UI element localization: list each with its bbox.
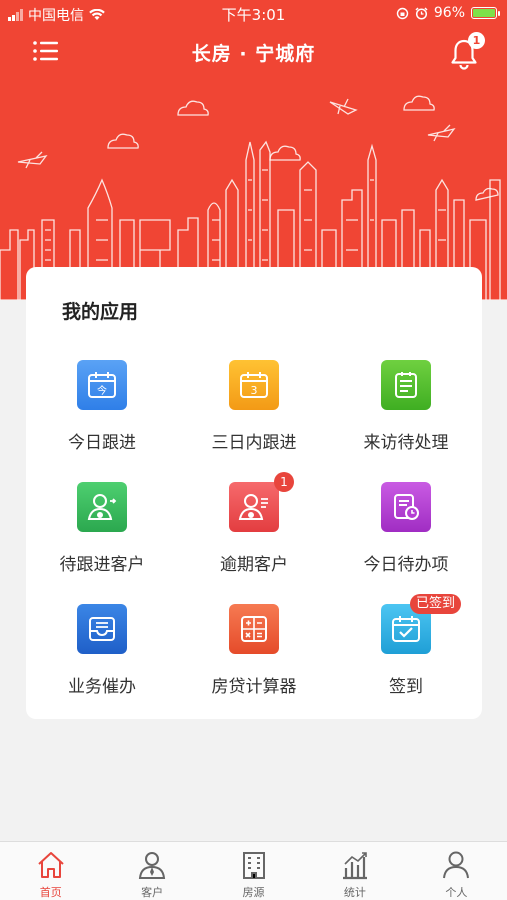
app-three-day-followup[interactable]: 3 三日内跟进 (178, 360, 330, 470)
header-banner: 中国电信 下午3:01 96% 长房 · 宁城府 1 (0, 0, 507, 300)
customer-icon (139, 852, 166, 879)
alarm-icon (415, 6, 428, 20)
app-mortgage-calculator[interactable]: 房贷计算器 (178, 604, 330, 714)
tab-label: 房源 (242, 886, 265, 899)
tab-home[interactable]: 首页 (0, 842, 101, 900)
page-title: 长房 · 宁城府 (191, 43, 316, 65)
app-business-reminder[interactable]: 业务催办 (26, 604, 178, 714)
app-label: 三日内跟进 (211, 433, 297, 453)
my-apps-card: 我的应用 今 今日跟进 3 三日内跟进 来访待处理 待跟进客户 1 逾期客户 今… (26, 267, 482, 719)
tab-listings[interactable]: 房源 (203, 842, 304, 900)
clipboard-icon (381, 360, 431, 410)
tab-label: 个人 (445, 886, 468, 899)
svg-text:今: 今 (97, 384, 107, 397)
app-label: 待跟进客户 (59, 555, 145, 575)
person-icon (443, 851, 470, 879)
chart-icon (342, 852, 367, 880)
app-visit-pending[interactable]: 来访待处理 (330, 360, 482, 470)
customer-follow-icon (77, 482, 127, 532)
home-icon (38, 852, 64, 878)
tab-label: 首页 (39, 886, 62, 899)
overdue-customer-icon (229, 482, 279, 532)
tab-customer[interactable]: 客户 (101, 842, 202, 900)
battery-icon (471, 7, 500, 19)
app-overdue-customers[interactable]: 1 逾期客户 (178, 472, 330, 592)
battery-percent: 96% (433, 5, 465, 21)
calendar-today-icon: 今 (77, 360, 127, 410)
notification-badge: 1 (468, 32, 485, 49)
nav-bar: 长房 · 宁城府 1 (0, 26, 507, 78)
app-today-todo[interactable]: 今日待办项 (330, 482, 482, 592)
app-label: 来访待处理 (363, 433, 449, 453)
tab-stats[interactable]: 统计 (304, 842, 405, 900)
app-label: 房贷计算器 (211, 677, 297, 697)
app-label: 今日跟进 (68, 433, 136, 453)
app-label: 今日待办项 (363, 555, 449, 575)
app-checkin[interactable]: 已签到 签到 (330, 594, 482, 714)
card-title: 我的应用 (62, 301, 139, 323)
app-today-followup[interactable]: 今 今日跟进 (26, 360, 178, 470)
calculator-icon (229, 604, 279, 654)
app-label: 业务催办 (68, 677, 136, 697)
status-bar: 中国电信 下午3:01 96% (0, 0, 507, 26)
app-label: 签到 (389, 677, 423, 697)
overdue-badge: 1 (274, 472, 294, 492)
checked-in-badge: 已签到 (410, 594, 462, 614)
calendar-3-icon: 3 (229, 360, 279, 410)
tab-label: 统计 (343, 886, 366, 899)
tab-label: 客户 (141, 886, 164, 899)
todo-clock-icon (381, 482, 431, 532)
app-pending-customers[interactable]: 待跟进客户 (26, 482, 178, 592)
inbox-icon (77, 604, 127, 654)
tab-profile[interactable]: 个人 (406, 842, 507, 900)
notification-button[interactable]: 1 (449, 32, 485, 70)
building-icon (242, 852, 265, 879)
app-label: 逾期客户 (220, 555, 288, 575)
svg-text:3: 3 (251, 384, 258, 397)
bottom-tab-bar: 首页 客户 房源 统计 个人 (0, 841, 507, 900)
orientation-lock-icon (396, 7, 409, 19)
